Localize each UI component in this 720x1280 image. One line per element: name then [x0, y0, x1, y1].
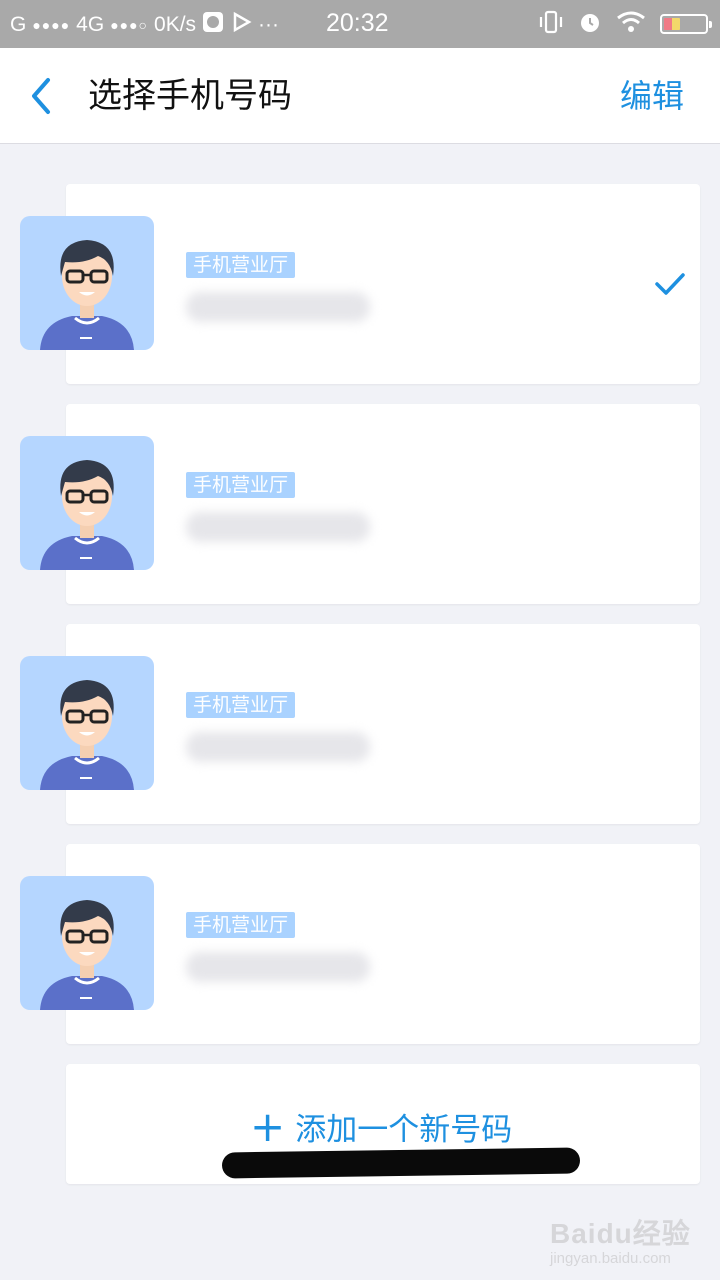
- add-number-content: + 添加一个新号码: [250, 1104, 512, 1149]
- wifi-icon: [616, 11, 646, 38]
- avatar: [20, 436, 154, 570]
- chevron-left-icon: [32, 78, 50, 114]
- status-left: G ●●●● 4G ●●●○ 0K/s ···: [10, 10, 285, 40]
- status-right: [524, 9, 712, 39]
- avatar: [20, 656, 154, 790]
- network-speed-label: 0K/s: [154, 13, 197, 36]
- blurred-phone-number: [186, 952, 370, 982]
- avatar: [20, 876, 154, 1010]
- avatar-man-glasses-icon: [40, 240, 134, 350]
- top-app-bar: 选择手机号码 编辑: [0, 48, 720, 144]
- app-notification-icon: [202, 11, 224, 39]
- avatar: [20, 216, 154, 350]
- phone-number-card[interactable]: [66, 844, 700, 1044]
- watermark-url: jingyan.baidu.com: [550, 1250, 671, 1267]
- add-number-label: 添加一个新号码: [295, 1112, 513, 1148]
- phone-number-card[interactable]: [66, 404, 700, 604]
- carrier-label: G: [10, 13, 27, 36]
- redaction-scribble: [221, 1147, 581, 1179]
- avatar-man-glasses-icon: [40, 680, 134, 790]
- status-bar: G ●●●● 4G ●●●○ 0K/s ··· 20:32: [0, 0, 720, 48]
- more-notifications-icon: ···: [258, 13, 280, 36]
- phone-number-card[interactable]: [66, 184, 700, 384]
- watermark: Baidu经验 jingyan.baidu.com: [550, 1212, 691, 1267]
- avatar-man-glasses-icon: [40, 460, 134, 570]
- play-notification-icon: [230, 11, 252, 39]
- page-title: 选择手机号码: [88, 76, 292, 116]
- account-source-tag: 手机营业厅: [186, 912, 296, 938]
- battery-level: [664, 18, 680, 30]
- avatar-man-glasses-icon: [40, 900, 134, 1010]
- watermark-logo: Baidu经验: [550, 1218, 691, 1249]
- status-time: 20:32: [326, 9, 389, 37]
- blurred-phone-number: [186, 292, 370, 322]
- network-type-label: 4G: [76, 13, 105, 36]
- back-button[interactable]: [24, 74, 64, 118]
- account-source-tag: 手机营业厅: [186, 252, 296, 278]
- checkmark-icon: [654, 268, 686, 300]
- phone-number-card[interactable]: [66, 624, 700, 824]
- alarm-icon: [578, 10, 602, 39]
- signal-strength-icon: ●●●●: [32, 17, 71, 33]
- account-source-tag: 手机营业厅: [186, 472, 296, 498]
- blurred-phone-number: [186, 732, 370, 762]
- vibrate-icon: [538, 10, 564, 39]
- edit-button[interactable]: 编辑: [620, 72, 684, 120]
- plus-icon: +: [250, 1101, 286, 1151]
- battery-icon: [660, 14, 712, 34]
- blurred-phone-number: [186, 512, 370, 542]
- account-source-tag: 手机营业厅: [186, 692, 296, 718]
- signal-strength-icon-2: ●●●○: [110, 17, 149, 33]
